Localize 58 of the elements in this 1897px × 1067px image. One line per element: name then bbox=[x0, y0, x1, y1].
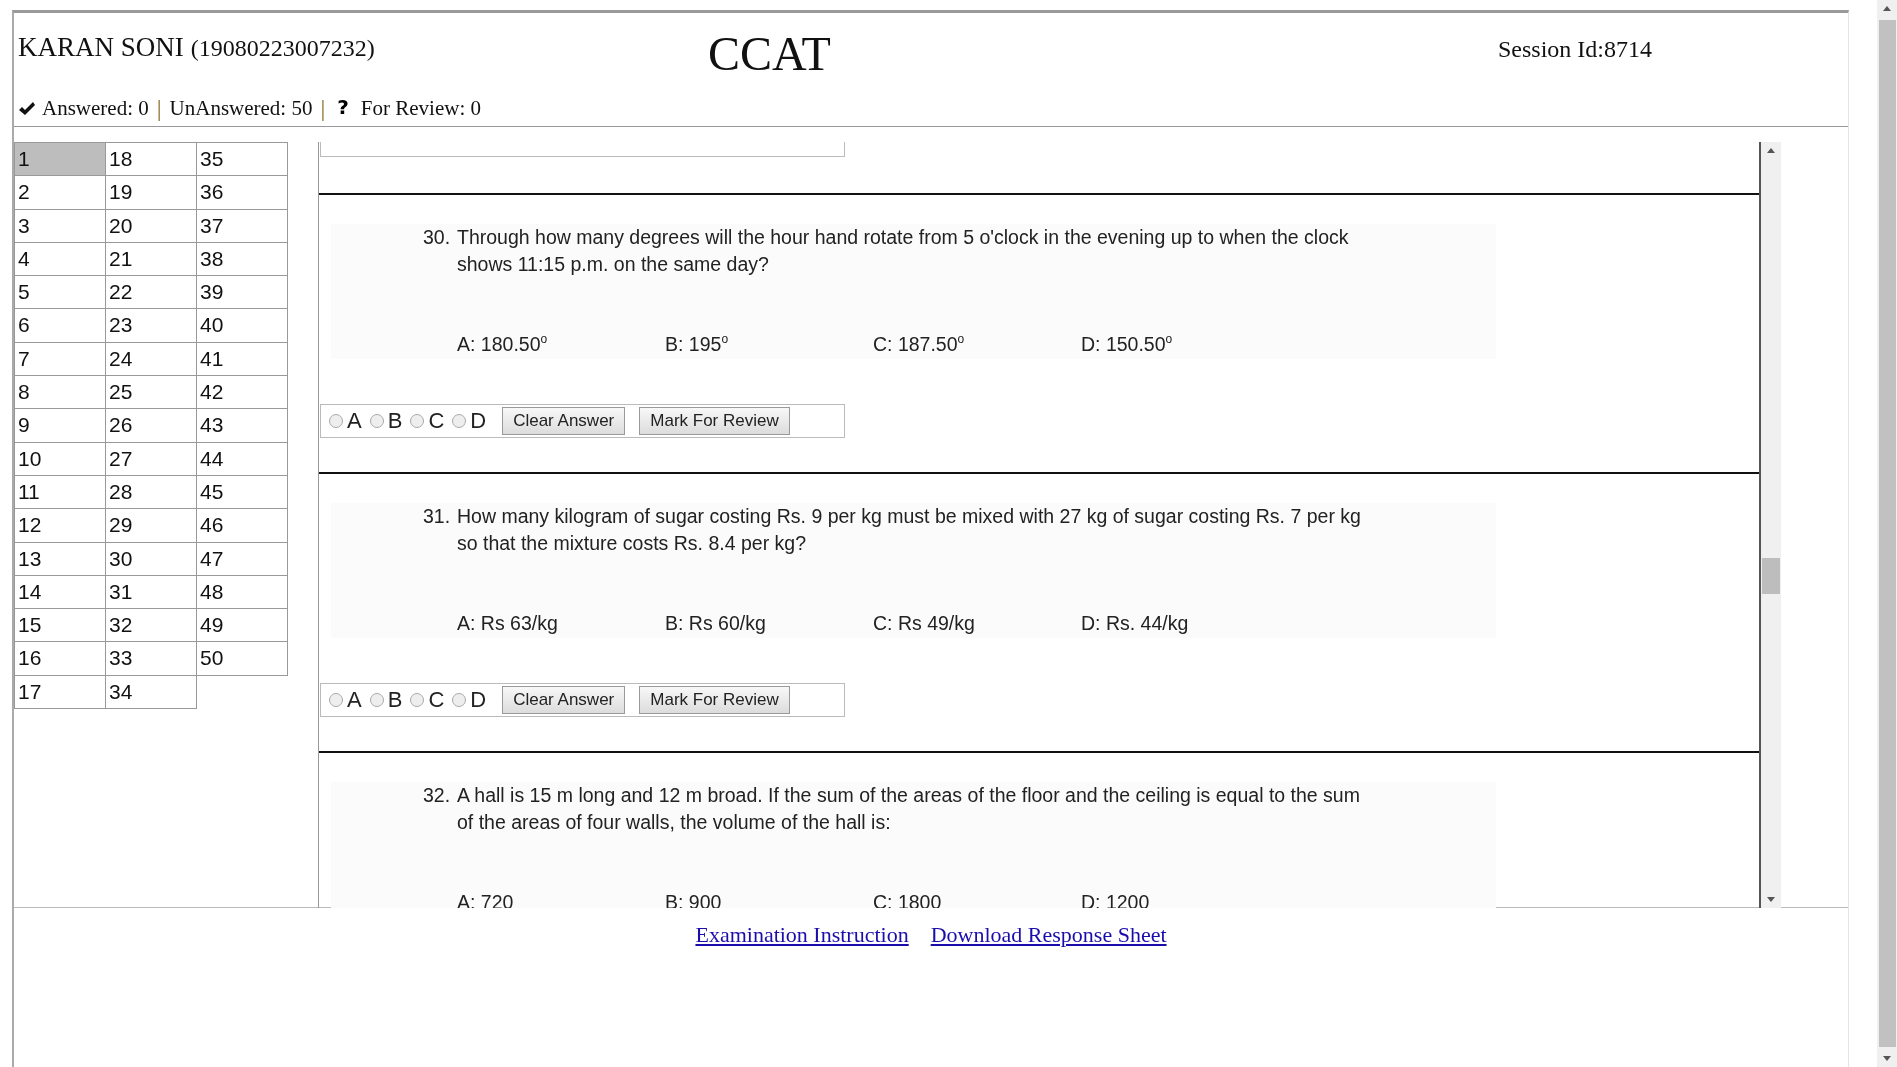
clear-answer-button[interactable]: Clear Answer bbox=[502, 407, 626, 435]
option-text: B: 900 bbox=[665, 890, 723, 908]
radio-circle[interactable] bbox=[410, 693, 425, 707]
instruction-link[interactable]: Examination Instruction bbox=[695, 922, 909, 948]
option-text: D: 150.50$^{o}$ bbox=[1081, 332, 1174, 356]
option-text: B: Rs 60/kg bbox=[665, 611, 767, 635]
question-index: 32. bbox=[423, 783, 452, 808]
scrollbar-thumb[interactable] bbox=[1762, 558, 1780, 594]
question-text: How many kilogram of sugar costing Rs. 9 per kg must be mixed with 27 kg of sugar costing Rs. 7 per kg so that the mixture costs Rs. 8.4 per kg? bbox=[457, 504, 1362, 556]
option-text: C: 187.50$^{o}$ bbox=[873, 332, 966, 356]
clear-answer-button[interactable]: Clear Answer bbox=[502, 686, 626, 714]
answered-count: Answered: 0 bbox=[42, 96, 149, 121]
radio-circle[interactable] bbox=[452, 693, 467, 707]
question-number[interactable]: 17 bbox=[14, 674, 106, 710]
radio-circle[interactable] bbox=[410, 414, 425, 428]
answer-option[interactable]: B bbox=[369, 408, 403, 434]
download-link[interactable]: Download Response Sheet bbox=[930, 922, 1167, 948]
answer-option[interactable]: A bbox=[329, 408, 362, 434]
session-id: Session Id:8714 bbox=[1498, 36, 1652, 63]
question-index: 30. bbox=[423, 225, 452, 250]
answer-option[interactable]: C bbox=[410, 687, 445, 713]
radio-circle[interactable] bbox=[452, 414, 467, 428]
roll-number: (19080223007232) bbox=[190, 35, 375, 62]
question-number[interactable]: 35 bbox=[196, 142, 288, 177]
question-text: Through how many degrees will the hour hand rotate from 5 o'clock in the evening up to when the clock shows 11:15 p.m. on the same day? bbox=[457, 225, 1350, 277]
radio-circle[interactable] bbox=[329, 414, 343, 428]
question-index: 31. bbox=[423, 504, 452, 529]
option-text: A: Rs 63/kg bbox=[457, 611, 559, 635]
radio-circle[interactable] bbox=[329, 693, 343, 707]
answer-option[interactable]: D bbox=[452, 408, 487, 434]
question-number[interactable]: 50 bbox=[196, 641, 288, 676]
exam-title: CCAT bbox=[708, 28, 831, 80]
option-text: B: 195$^{o}$ bbox=[665, 332, 730, 356]
option-text: D: Rs. 44/kg bbox=[1081, 611, 1190, 635]
question-number[interactable]: 34 bbox=[105, 674, 197, 710]
scrollbar[interactable] bbox=[1759, 142, 1781, 908]
radio-circle[interactable] bbox=[369, 693, 384, 707]
option-text: C: 1800 bbox=[873, 890, 943, 908]
option-text: C: Rs 49/kg bbox=[873, 611, 976, 635]
radio-circle[interactable] bbox=[369, 414, 384, 428]
checkmark-icon bbox=[18, 100, 36, 117]
separator: | bbox=[156, 95, 162, 122]
option-text: A: 180.50$^{o}$ bbox=[457, 332, 549, 356]
review-count: For Review: 0 bbox=[360, 96, 481, 121]
answer-option[interactable]: B bbox=[369, 687, 403, 713]
unanswered-count: UnAnswered: 50 bbox=[169, 96, 313, 121]
question-mark-icon: ? bbox=[337, 94, 349, 119]
answer-option[interactable]: D bbox=[452, 687, 487, 713]
answer-option[interactable]: A bbox=[329, 687, 362, 713]
mark-review-button[interactable]: Mark For Review bbox=[639, 686, 790, 714]
question-text: A hall is 15 m long and 12 m broad. If the sum of the areas of the floor and the ceiling is equal to the sum of the areas of four walls, the volume of the hall is: bbox=[457, 783, 1361, 835]
option-text: D: 1200 bbox=[1081, 890, 1151, 908]
mark-review-button[interactable]: Mark For Review bbox=[639, 407, 790, 435]
question-number[interactable]: 1 bbox=[14, 142, 106, 177]
answer-option[interactable]: C bbox=[410, 408, 445, 434]
candidate-name: KARAN SONI bbox=[18, 32, 184, 63]
separator: | bbox=[320, 95, 326, 122]
option-text: A: 720 bbox=[457, 890, 515, 908]
